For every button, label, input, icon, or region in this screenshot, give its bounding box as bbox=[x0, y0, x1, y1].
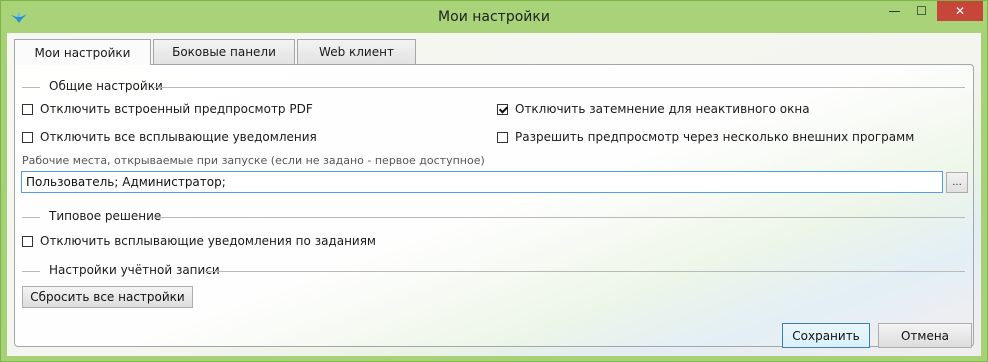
allow-multi-preview-label: Разрешить предпросмотр через несколько в… bbox=[515, 130, 915, 144]
divider bbox=[22, 87, 40, 88]
reset-settings-button[interactable]: Сбросить все настройки bbox=[22, 286, 193, 308]
disable-pdf-preview-label: Отключить встроенный предпросмотр PDF bbox=[40, 102, 313, 116]
account-group-header: Настройки учётной записи bbox=[22, 263, 965, 279]
workplaces-label: Рабочие места, открываемые при запуске (… bbox=[22, 154, 485, 167]
allow-multi-preview-checkbox[interactable] bbox=[497, 131, 508, 143]
disable-popups-option[interactable]: Отключить все всплывающие уведомления bbox=[22, 128, 317, 146]
minimize-icon: — bbox=[888, 4, 901, 18]
dialog-body: Мои настройки Боковые панели Web клиент … bbox=[7, 33, 981, 356]
cancel-label: Отмена bbox=[900, 328, 950, 343]
close-icon: ✕ bbox=[954, 4, 966, 18]
window-title: Мои настройки bbox=[438, 9, 550, 25]
disable-pdf-preview-option[interactable]: Отключить встроенный предпросмотр PDF bbox=[22, 100, 313, 118]
save-button[interactable]: Сохранить bbox=[782, 323, 870, 348]
divider bbox=[22, 271, 40, 272]
tab-label: Web клиент bbox=[319, 45, 394, 59]
disable-dimming-label: Отключить затемнение для неактивного окн… bbox=[515, 102, 810, 116]
disable-dimming-option[interactable]: Отключить затемнение для неактивного окн… bbox=[497, 100, 810, 118]
save-label: Сохранить bbox=[792, 328, 860, 343]
browse-workplaces-button[interactable]: ... bbox=[946, 172, 968, 193]
disable-pdf-preview-checkbox[interactable] bbox=[22, 103, 33, 115]
settings-panel: Общие настройки Отключить встроенный пре… bbox=[14, 64, 974, 347]
disable-popups-label: Отключить все всплывающие уведомления bbox=[40, 130, 317, 144]
minimize-button[interactable]: — bbox=[881, 1, 908, 21]
maximize-icon: ☐ bbox=[916, 4, 927, 18]
allow-multi-preview-option[interactable]: Разрешить предпросмотр через несколько в… bbox=[497, 128, 914, 146]
tab-web-client[interactable]: Web клиент bbox=[297, 39, 416, 64]
typical-group-title: Типовое решение bbox=[49, 209, 162, 223]
settings-window: Мои настройки — ☐ ✕ Мои настройки Боковы… bbox=[0, 0, 988, 362]
general-group-title: Общие настройки bbox=[49, 79, 163, 93]
cancel-button[interactable]: Отмена bbox=[878, 323, 972, 348]
tab-my-settings[interactable]: Мои настройки bbox=[14, 39, 151, 65]
tab-label: Мои настройки bbox=[34, 45, 131, 60]
disable-dimming-checkbox[interactable] bbox=[497, 103, 508, 115]
ellipsis-icon: ... bbox=[952, 177, 962, 188]
account-group-title: Настройки учётной записи bbox=[49, 263, 220, 277]
disable-task-popups-label: Отключить всплывающие уведомления по зад… bbox=[40, 234, 376, 248]
divider bbox=[22, 217, 40, 218]
disable-popups-checkbox[interactable] bbox=[22, 131, 33, 143]
tab-label: Боковые панели bbox=[172, 45, 276, 59]
typical-group-header: Типовое решение bbox=[22, 209, 965, 225]
title-bar[interactable]: Мои настройки — ☐ ✕ bbox=[1, 1, 987, 33]
maximize-button[interactable]: ☐ bbox=[908, 1, 935, 21]
tab-side-panels[interactable]: Боковые панели bbox=[153, 39, 295, 64]
divider bbox=[154, 217, 965, 218]
general-group-header: Общие настройки bbox=[22, 79, 965, 95]
divider bbox=[154, 87, 965, 88]
reset-settings-label: Сбросить все настройки bbox=[30, 290, 185, 304]
disable-task-popups-option[interactable]: Отключить всплывающие уведомления по зад… bbox=[22, 232, 376, 250]
close-button[interactable]: ✕ bbox=[937, 1, 983, 21]
workplaces-input[interactable] bbox=[21, 171, 943, 193]
divider bbox=[205, 271, 965, 272]
disable-task-popups-checkbox[interactable] bbox=[22, 235, 33, 247]
